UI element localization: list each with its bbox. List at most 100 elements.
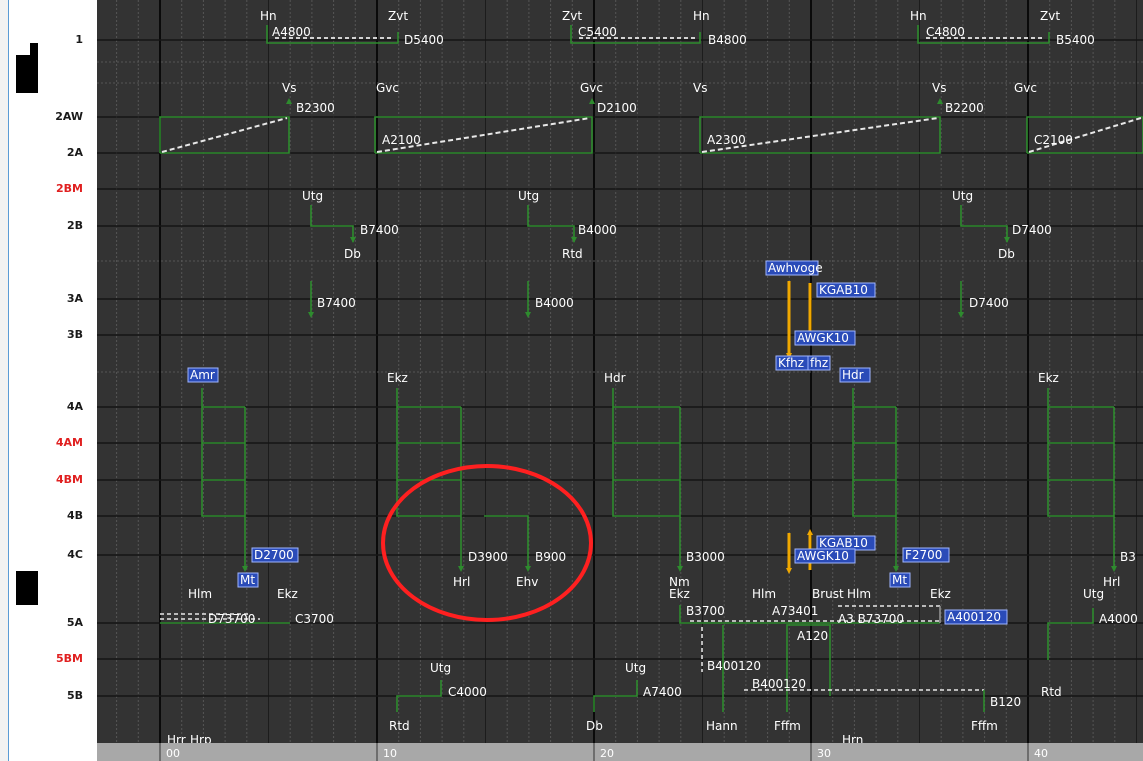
arrow-head [786, 568, 792, 574]
train-label: Zvt [562, 9, 582, 23]
train-label: Db [998, 247, 1015, 261]
train-label: C4800 [926, 25, 965, 39]
train-label: Hlm [847, 587, 871, 601]
train-label: A2300 [707, 133, 746, 147]
train-label: Hn [693, 9, 710, 23]
train-graph[interactable]: Hn Zvt Zvt Hn Hn Zvt A4800 D5400 C5400 B4800 C4800… [97, 0, 1143, 743]
arrow-head [308, 312, 314, 318]
train-graph-canvas[interactable]: Hn Zvt Zvt Hn Hn Zvt A4800 D5400 C5400 B4800 C4800… [97, 0, 1143, 743]
train-label: Hdr [604, 371, 626, 385]
arrow-head [286, 98, 292, 104]
tag-label: Kfhz [778, 356, 804, 370]
train-label: Ehv [516, 575, 538, 589]
tag-label: Hdr [842, 368, 864, 382]
tag-label: D2700 [254, 548, 294, 562]
train-label: Vs [282, 81, 296, 95]
train-label: C3700 [295, 612, 334, 626]
train-label: B120 [990, 695, 1021, 709]
track-label-4am: 4AM [55, 436, 83, 449]
train-label: D5400 [404, 33, 444, 47]
arrow-head [1004, 237, 1010, 243]
track-label-4b: 4B [66, 509, 83, 522]
tag-label: Mt [892, 573, 907, 587]
highlight-circle [381, 464, 593, 622]
train-label: C2100 [1034, 133, 1073, 147]
time-tick-label-30: 30 [817, 747, 831, 760]
train-label: B4000 [535, 296, 574, 310]
train-label: Gvc [1014, 81, 1037, 95]
train-label: Gvc [376, 81, 399, 95]
train-label: Rtd [389, 719, 410, 733]
train-label: Gvc [580, 81, 603, 95]
train-label: A2100 [382, 133, 421, 147]
time-tick-label-10: 10 [383, 747, 397, 760]
train-label: Hrl [453, 575, 470, 589]
tag-label: F2700 [905, 548, 942, 562]
train-label: B3 [1120, 550, 1136, 564]
tag-label: Amr [190, 368, 215, 382]
train-label: Rtd [562, 247, 583, 261]
train-label: B400120 [752, 677, 806, 691]
tag-label: KGAB10 [819, 536, 868, 550]
arrow-head [807, 529, 813, 535]
train-label: D7400 [1012, 223, 1052, 237]
track-label-2bm: 2BM [56, 182, 83, 195]
train-label: Utg [430, 661, 451, 675]
train-label: Rtd [1041, 685, 1062, 699]
left-edge-panel [0, 0, 9, 761]
train-label: D73700 [208, 612, 255, 626]
train-label: Utg [952, 189, 973, 203]
tag-label: A400120 [947, 610, 1001, 624]
train-label: C5400 [578, 25, 617, 39]
train-label: B3700 [686, 604, 725, 618]
tag-label: Mt [240, 573, 255, 587]
train-label: Hn [260, 9, 277, 23]
train-label: B7400 [360, 223, 399, 237]
train-label: Brust [812, 587, 844, 601]
train-label: Hn [910, 9, 927, 23]
track-label-3a: 3A [66, 292, 83, 305]
train-label: A3 B73700 [838, 612, 904, 626]
train-label: Ekz [930, 587, 951, 601]
track-label-4a: 4A [66, 400, 83, 413]
train-label: A4000 [1099, 612, 1138, 626]
train-label: Ekz [669, 587, 690, 601]
train-label: B2300 [296, 101, 335, 115]
track-label-5b: 5B [66, 689, 83, 702]
track-label-3b: 3B [66, 328, 83, 341]
train-path [960, 205, 1008, 242]
train-label: Hrp [190, 733, 212, 743]
train-label: D2100 [597, 101, 637, 115]
train-label: Vs [693, 81, 707, 95]
arrow-head [1111, 566, 1117, 572]
train-label: A120 [797, 629, 828, 643]
train-label: Ekz [387, 371, 408, 385]
track-label-2aw: 2AW [55, 110, 83, 123]
train-path [396, 680, 442, 712]
train-label: Ekz [1038, 371, 1059, 385]
tag-label: Awhvoge [768, 261, 823, 275]
tag-label: AWGK10 [797, 549, 849, 563]
time-tick-label-00: 00 [166, 747, 180, 760]
train-label: B5400 [1056, 33, 1095, 47]
train-label: C4000 [448, 685, 487, 699]
track-label-5bm: 5BM [56, 652, 83, 665]
train-label: B400120 [707, 659, 761, 673]
train-label: A7400 [643, 685, 682, 699]
train-label: B2200 [945, 101, 984, 115]
tag-label: KGAB10 [819, 283, 868, 297]
train-label: Db [344, 247, 361, 261]
track-label-4bm: 4BM [56, 473, 83, 486]
train-label: B7400 [317, 296, 356, 310]
arrow-head [937, 98, 943, 104]
train-label: Hlm [752, 587, 776, 601]
train-label: D3900 [468, 550, 508, 564]
train-label: B3000 [686, 550, 725, 564]
train-label: Hlm [188, 587, 212, 601]
track-label-2a: 2A [66, 146, 83, 159]
timetable-window: 1 2AW 2A 2BM 2B 3A 3B 4A 4AM 4BM 4B 4C 5A 5BM 5B Hn Zvt… [0, 0, 1143, 761]
track-label-5a: 5A [66, 616, 83, 629]
train-path [1047, 608, 1094, 660]
arrow-head [525, 312, 531, 318]
train-label: Hrr [167, 733, 186, 743]
